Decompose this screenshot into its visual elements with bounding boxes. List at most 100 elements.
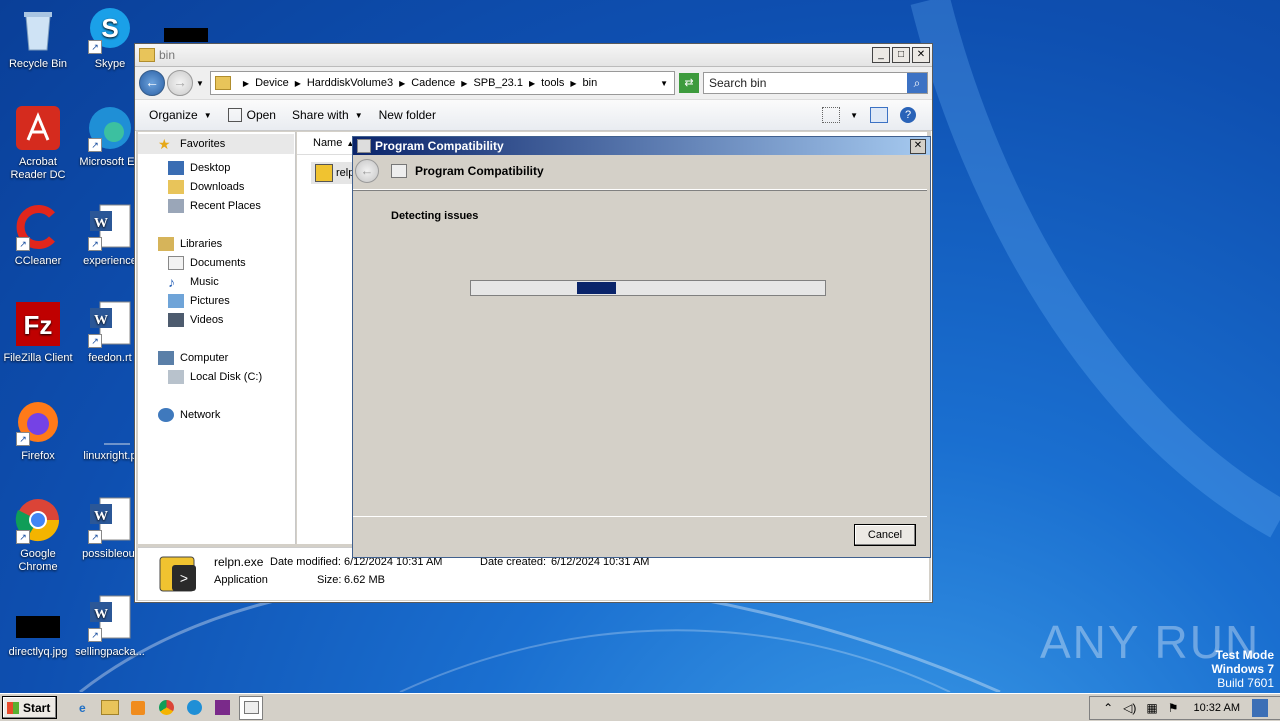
application-icon xyxy=(315,164,333,182)
folder-icon xyxy=(139,48,155,62)
action-center-flag-icon[interactable]: ⚑ xyxy=(1168,701,1179,715)
new-folder-button[interactable]: New folder xyxy=(379,108,436,122)
organize-button[interactable]: Organize ▼ xyxy=(149,108,212,122)
nav-desktop[interactable]: Desktop xyxy=(168,161,230,175)
show-desktop-button[interactable] xyxy=(1252,698,1268,717)
word-doc-icon: W ↗ xyxy=(86,203,134,251)
network-tray-icon[interactable]: ▦ xyxy=(1146,701,1157,715)
volume-icon[interactable]: ◁) xyxy=(1123,701,1136,715)
nav-pictures[interactable]: Pictures xyxy=(168,294,230,308)
share-with-button[interactable]: Share with ▼ xyxy=(292,108,363,122)
recent-pages-chevron-icon[interactable]: ▼ xyxy=(196,79,204,88)
nav-computer[interactable]: Computer xyxy=(158,351,228,365)
videos-icon xyxy=(168,313,184,327)
desktop-icon-ccleaner[interactable]: ↗ CCleaner xyxy=(0,203,76,268)
breadcrumb-harddiskvolume3[interactable]: HarddiskVolume3 xyxy=(307,77,393,89)
edge-icon[interactable] xyxy=(183,697,205,719)
explorer-titlebar[interactable]: bin _ □ ✕ xyxy=(135,44,932,67)
nav-recent-places[interactable]: Recent Places xyxy=(168,199,261,213)
program-compatibility-taskbar-icon[interactable] xyxy=(239,695,264,720)
nav-local-disk[interactable]: Local Disk (C:) xyxy=(168,370,262,384)
breadcrumb-spb[interactable]: SPB_23.1 xyxy=(473,77,523,89)
word-doc-icon: W ↗ xyxy=(86,594,134,642)
chrome-icon[interactable] xyxy=(155,697,177,719)
start-button[interactable]: Start xyxy=(2,696,58,719)
address-dropdown-icon[interactable]: ▼ xyxy=(660,79,668,88)
pictures-icon xyxy=(168,294,184,308)
breadcrumb-cadence[interactable]: Cadence xyxy=(411,77,455,89)
desktop-icon-filezilla[interactable]: Fz FileZilla Client xyxy=(0,300,76,365)
search-input[interactable]: Search bin ⌕ xyxy=(703,72,928,94)
libraries-icon xyxy=(158,237,174,251)
refresh-icon[interactable]: ⇄ xyxy=(679,73,699,93)
command-bar: Organize ▼ Open Share with ▼ New folder ▼ … xyxy=(135,99,932,131)
desktop-icon-acrobat[interactable]: Acrobat Reader DC xyxy=(0,104,76,182)
open-button[interactable]: Open xyxy=(227,108,276,122)
desktop-icon-sellingpacka-doc[interactable]: W ↗ sellingpacka... xyxy=(72,594,148,659)
breadcrumb-tools[interactable]: tools xyxy=(541,77,564,89)
dialog-app-icon xyxy=(357,139,371,153)
chevron-right-icon[interactable]: ▶ xyxy=(295,79,301,88)
search-icon[interactable]: ⌕ xyxy=(907,73,927,93)
media-player-icon[interactable] xyxy=(127,697,149,719)
nav-network[interactable]: Network xyxy=(158,408,220,422)
back-button[interactable]: ← xyxy=(355,159,379,183)
desktop-icon-chrome[interactable]: ↗ Google Chrome xyxy=(0,496,76,574)
firefox-icon: ↗ xyxy=(14,398,62,446)
breadcrumb-device[interactable]: Device xyxy=(255,77,289,89)
maximize-button[interactable]: □ xyxy=(892,47,910,63)
star-icon: ★ xyxy=(158,136,171,152)
shortcut-arrow-icon: ↗ xyxy=(88,334,102,348)
desktop-icon xyxy=(168,161,184,175)
taskbar: Start e ⌃ ◁) ▦ ⚑ 10:32 AM xyxy=(0,693,1280,721)
dialog-header: ← Program Compatibility xyxy=(353,155,930,187)
desktop-icon-recycle-bin[interactable]: Recycle Bin xyxy=(0,6,76,71)
svg-text:W: W xyxy=(94,216,108,231)
dialog-close-button[interactable]: ✕ xyxy=(910,139,926,154)
nav-music[interactable]: ♪ Music xyxy=(168,275,219,289)
test-mode-watermark: Test Mode Windows 7 Build 7601 xyxy=(1211,648,1274,690)
forward-button[interactable]: → xyxy=(167,70,193,96)
close-button[interactable]: ✕ xyxy=(912,47,930,63)
view-options-icon[interactable] xyxy=(822,107,841,123)
nav-libraries[interactable]: Libraries xyxy=(158,237,222,251)
dialog-titlebar[interactable]: Program Compatibility xyxy=(353,137,930,155)
chevron-right-icon[interactable]: ▶ xyxy=(399,79,405,88)
breadcrumb[interactable]: ▶ Device ▶ HarddiskVolume3 ▶ Cadence ▶ S… xyxy=(209,71,675,95)
shortcut-arrow-icon: ↗ xyxy=(16,237,30,251)
chevron-down-icon[interactable]: ▼ xyxy=(850,111,858,120)
preview-pane-icon[interactable] xyxy=(870,107,888,123)
shortcut-arrow-icon: ↗ xyxy=(16,432,30,446)
minimize-button[interactable]: _ xyxy=(872,47,890,63)
winrar-icon[interactable] xyxy=(211,697,233,719)
program-compatibility-dialog[interactable]: Program Compatibility ✕ ← Program Compat… xyxy=(352,136,931,558)
chevron-right-icon[interactable]: ▶ xyxy=(570,79,576,88)
nav-documents[interactable]: Documents xyxy=(168,256,246,270)
nav-videos[interactable]: Videos xyxy=(168,313,223,327)
chevron-right-icon[interactable]: ▶ xyxy=(243,79,249,88)
desktop-icon-firefox[interactable]: ↗ Firefox xyxy=(0,398,76,463)
show-hidden-icons-icon[interactable]: ⌃ xyxy=(1103,701,1113,715)
recycle-bin-icon xyxy=(14,6,62,54)
nav-favorites[interactable]: ★ Favorites xyxy=(138,134,294,154)
svg-text:>: > xyxy=(180,572,188,588)
chevron-right-icon[interactable]: ▶ xyxy=(461,79,467,88)
computer-icon xyxy=(158,351,174,365)
music-icon: ♪ xyxy=(168,274,175,290)
cancel-button[interactable]: Cancel xyxy=(854,524,916,546)
chevron-right-icon[interactable]: ▶ xyxy=(529,79,535,88)
open-icon xyxy=(227,108,242,122)
back-button[interactable]: ← xyxy=(139,70,165,96)
shortcut-arrow-icon: ↗ xyxy=(88,530,102,544)
nav-downloads[interactable]: Downloads xyxy=(168,180,244,194)
internet-explorer-icon[interactable]: e xyxy=(71,697,93,719)
shortcut-arrow-icon: ↗ xyxy=(88,40,102,54)
desktop-icon-directlyq[interactable]: directlyq.jpg xyxy=(0,594,76,659)
clock[interactable]: 10:32 AM xyxy=(1194,702,1240,714)
shortcut-arrow-icon: ↗ xyxy=(16,530,30,544)
navigation-pane: ★ Favorites Desktop Downloads Recent Pla… xyxy=(138,132,296,544)
help-icon[interactable]: ? xyxy=(900,107,916,123)
breadcrumb-bin[interactable]: bin xyxy=(583,77,598,89)
explorer-taskbar-icon[interactable] xyxy=(99,697,121,719)
documents-icon xyxy=(168,256,184,270)
